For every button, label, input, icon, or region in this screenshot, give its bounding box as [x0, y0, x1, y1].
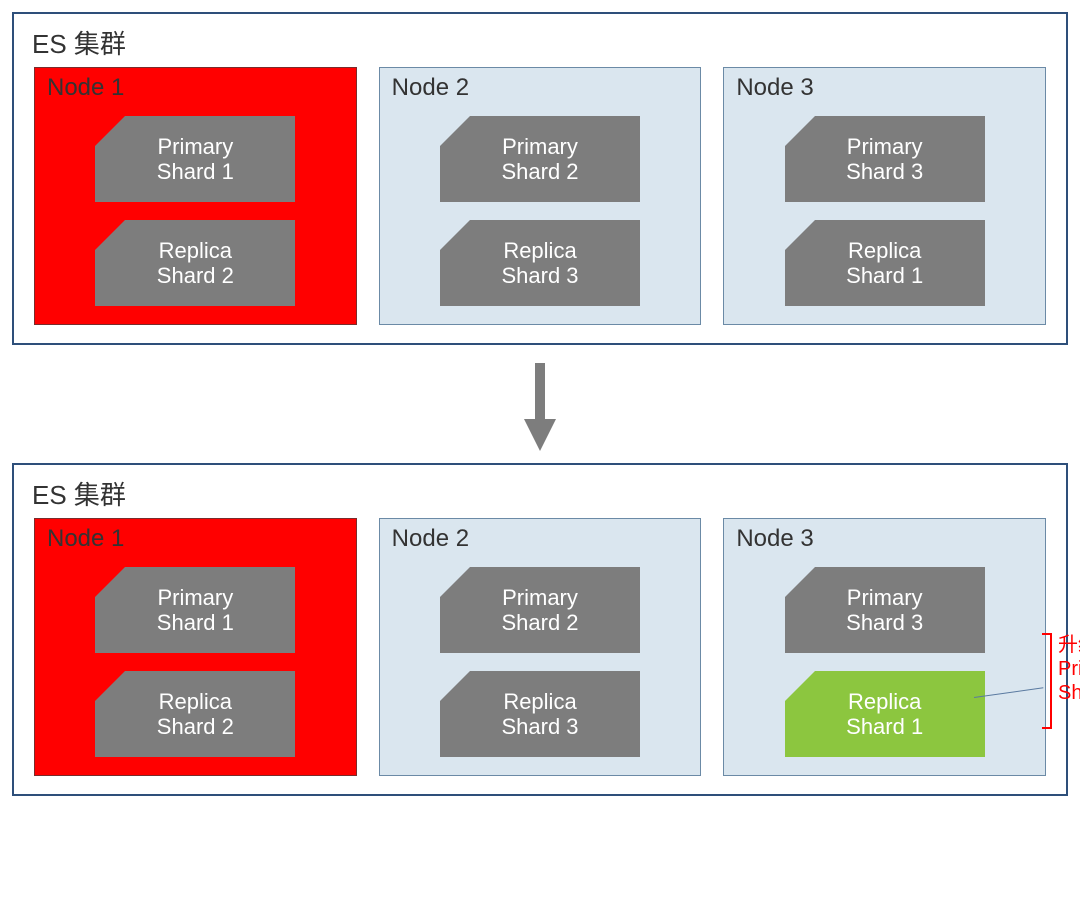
primary-shard-2: Primary Shard 2	[440, 567, 640, 653]
shard-label: Primary Shard 1	[157, 585, 234, 636]
cluster-title: ES 集群	[32, 24, 1052, 61]
shard-list: Primary Shard 2 Replica Shard 3	[390, 561, 691, 757]
primary-shard-1: Primary Shard 1	[95, 567, 295, 653]
replica-shard-1-promoted: Replica Shard 1	[785, 671, 985, 757]
node-2: Node 2 Primary Shard 2 Replica Shard 3	[379, 67, 702, 325]
node-title: Node 3	[736, 74, 1035, 102]
node-1: Node 1 Primary Shard 1 Replica Shard 2	[34, 518, 357, 776]
shard-list: Primary Shard 1 Replica Shard 2	[45, 561, 346, 757]
replica-shard-1: Replica Shard 1	[785, 220, 985, 306]
node-title: Node 1	[47, 525, 346, 553]
shard-label: Replica Shard 1	[846, 238, 923, 289]
cluster-before: ES 集群 Node 1 Primary Shard 1 Replica Sha…	[12, 12, 1068, 345]
replica-shard-2: Replica Shard 2	[95, 671, 295, 757]
replica-shard-2: Replica Shard 2	[95, 220, 295, 306]
shard-list: Primary Shard 3 Replica Shard 1	[734, 561, 1035, 757]
node-1: Node 1 Primary Shard 1 Replica Shard 2	[34, 67, 357, 325]
shard-label: Primary Shard 2	[501, 134, 578, 185]
shard-label: Replica Shard 1	[846, 689, 923, 740]
primary-shard-3: Primary Shard 3	[785, 567, 985, 653]
shard-label: Replica Shard 2	[157, 238, 234, 289]
node-3: Node 3 Primary Shard 3 Replica Shard 1	[723, 518, 1046, 776]
primary-shard-2: Primary Shard 2	[440, 116, 640, 202]
primary-shard-1: Primary Shard 1	[95, 116, 295, 202]
replica-shard-3: Replica Shard 3	[440, 671, 640, 757]
shard-label: Primary Shard 3	[846, 585, 923, 636]
shard-list: Primary Shard 2 Replica Shard 3	[390, 110, 691, 306]
shard-label: Replica Shard 3	[501, 238, 578, 289]
cluster-title: ES 集群	[32, 475, 1052, 512]
node-title: Node 1	[47, 74, 346, 102]
node-title: Node 2	[392, 525, 691, 553]
shard-label: Replica Shard 2	[157, 689, 234, 740]
nodes-row: Node 1 Primary Shard 1 Replica Shard 2 N…	[28, 518, 1052, 776]
shard-label: Primary Shard 1	[157, 134, 234, 185]
node-2: Node 2 Primary Shard 2 Replica Shard 3	[379, 518, 702, 776]
primary-shard-3: Primary Shard 3	[785, 116, 985, 202]
shard-list: Primary Shard 1 Replica Shard 2	[45, 110, 346, 306]
cluster-after: ES 集群 Node 1 Primary Shard 1 Replica Sha…	[12, 463, 1068, 796]
shard-list: Primary Shard 3 Replica Shard 1	[734, 110, 1035, 306]
shard-label: Replica Shard 3	[501, 689, 578, 740]
replica-shard-3: Replica Shard 3	[440, 220, 640, 306]
node-3: Node 3 Primary Shard 3 Replica Shard 1	[723, 67, 1046, 325]
nodes-row: Node 1 Primary Shard 1 Replica Shard 2 N…	[28, 67, 1052, 325]
callout-bracket-icon	[1042, 633, 1052, 729]
shard-label: Primary Shard 2	[501, 585, 578, 636]
node-title: Node 2	[392, 74, 691, 102]
node-title: Node 3	[736, 525, 1035, 553]
shard-label: Primary Shard 3	[846, 134, 923, 185]
callout-text: 升级为 Primary Shard 1	[1058, 633, 1080, 705]
transition-arrow	[12, 345, 1068, 463]
